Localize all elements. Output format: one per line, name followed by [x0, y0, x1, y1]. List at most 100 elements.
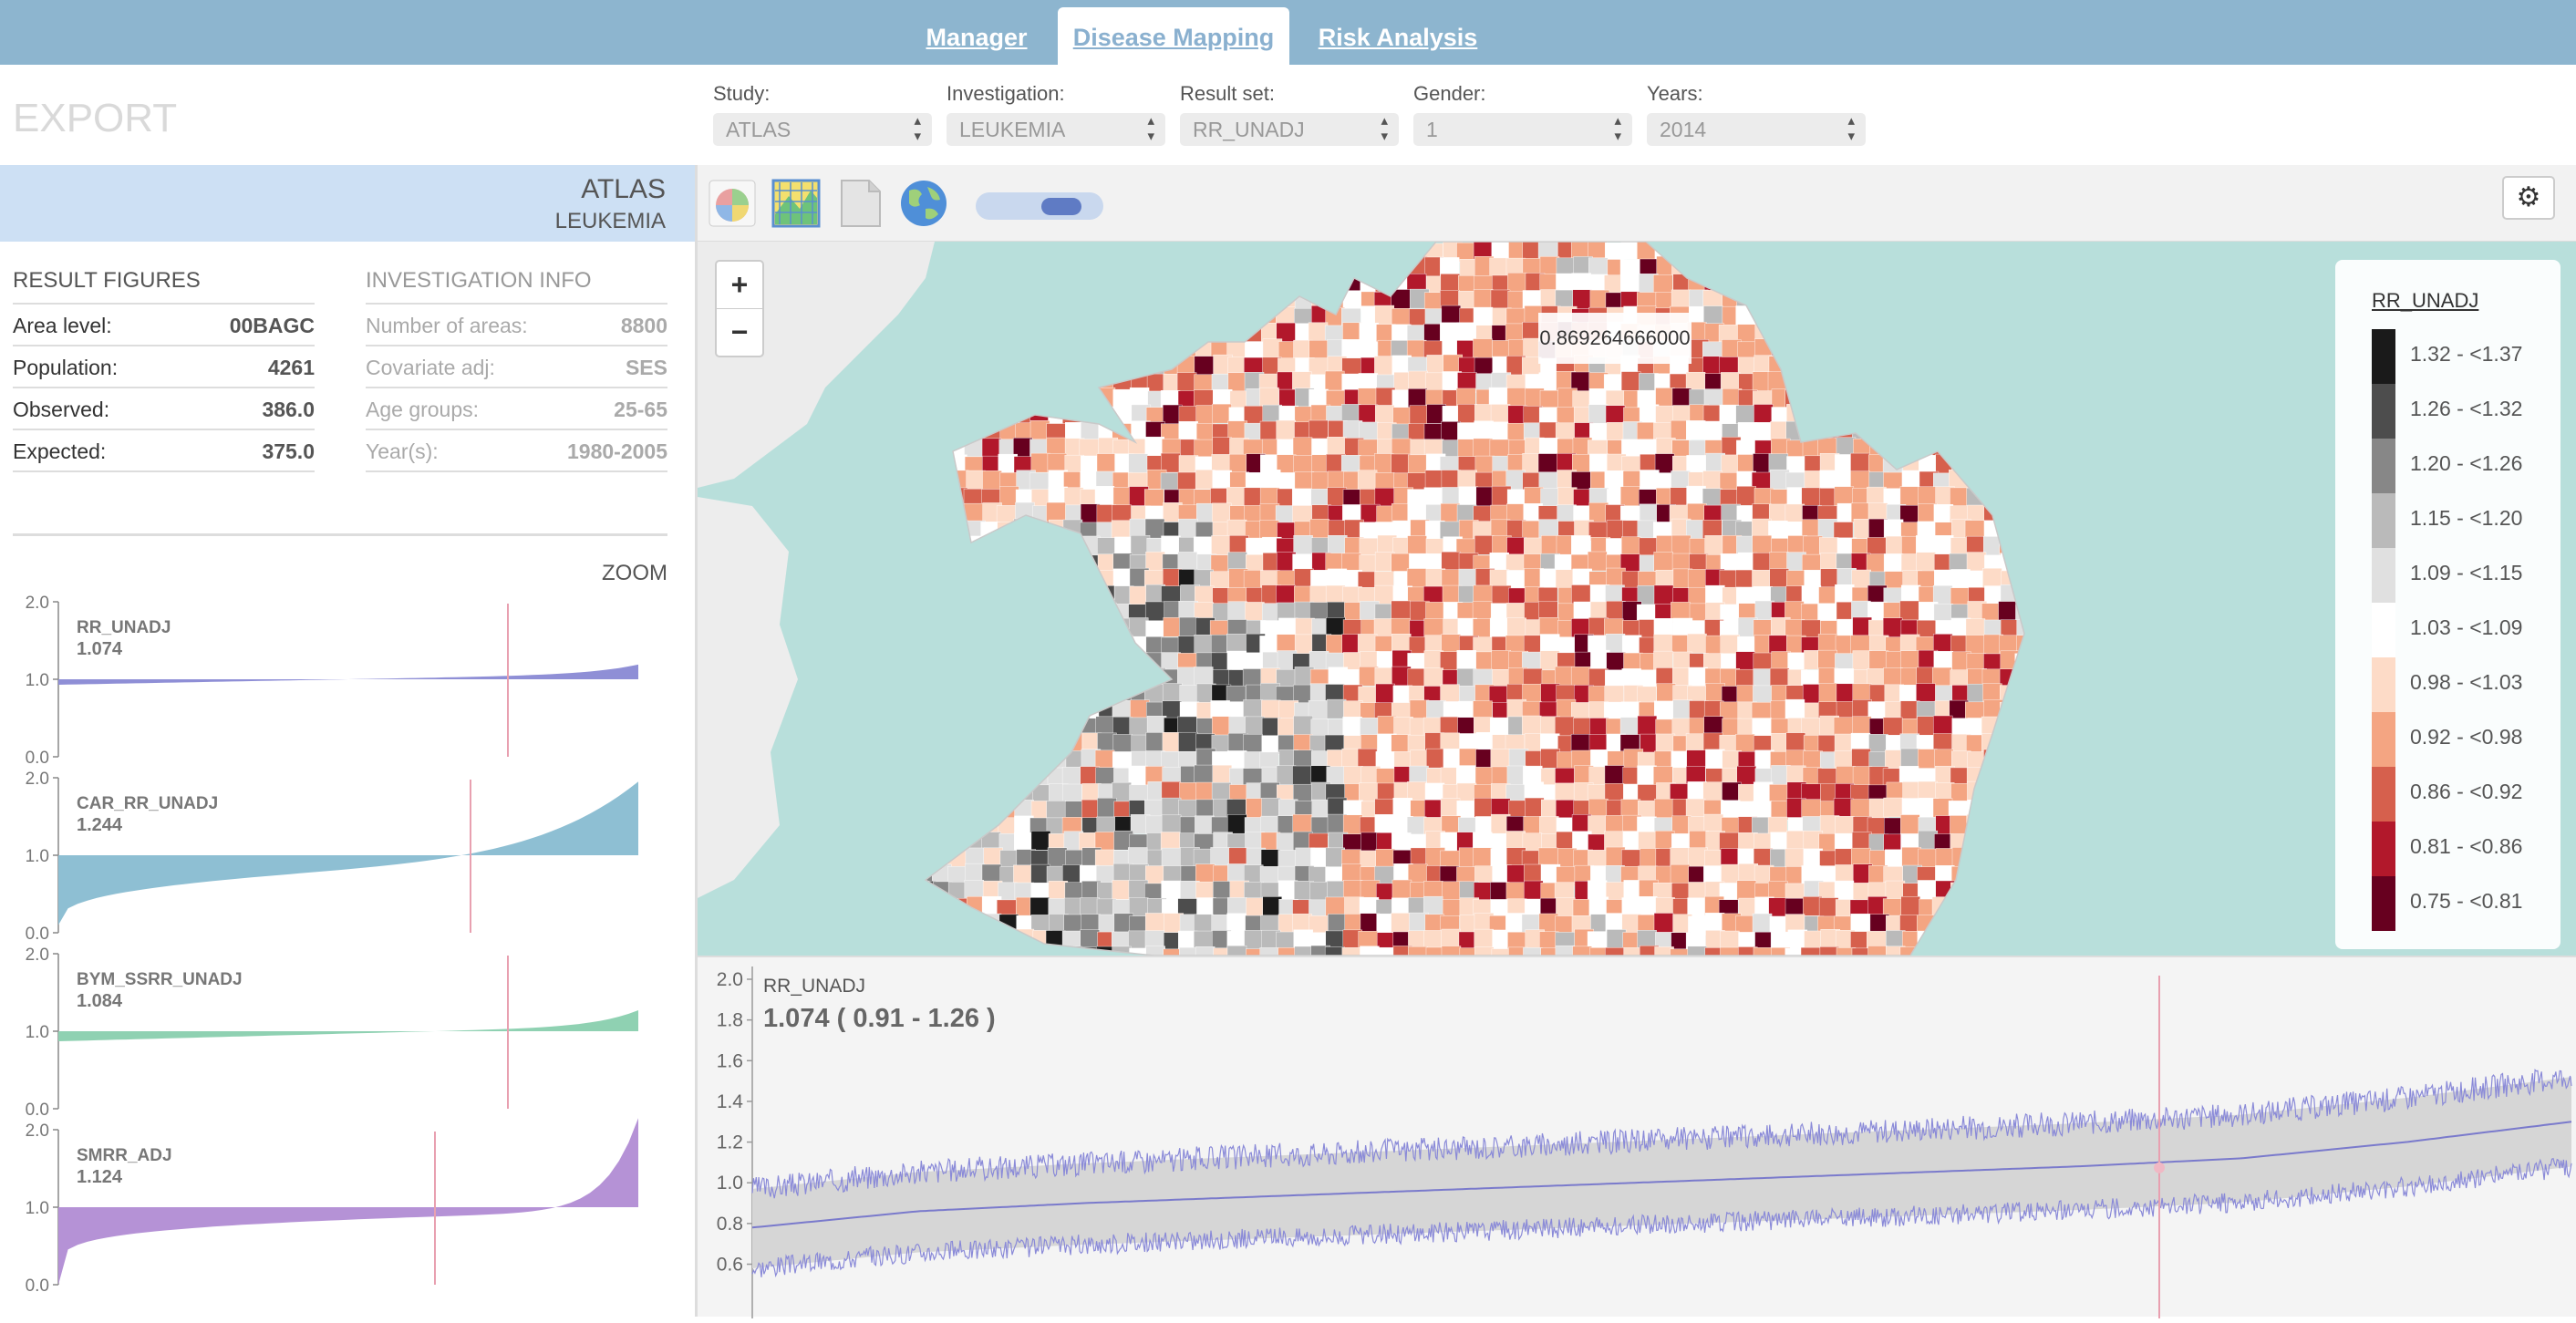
color-palette-icon[interactable]	[707, 178, 758, 229]
map-region	[1868, 650, 1889, 670]
mini-chart[interactable]: 2.0 1.0 0.0 CAR_RR_UNADJ 1.244	[26, 770, 638, 944]
map-region	[966, 782, 987, 802]
info-value: 1980-2005	[567, 439, 667, 463]
mini-chart[interactable]: 2.0 1.0 0.0 RR_UNADJ 1.074	[26, 594, 638, 768]
map-region	[1194, 635, 1214, 655]
map-region	[1128, 258, 1149, 279]
map-region	[932, 698, 952, 719]
map-region	[1918, 355, 1939, 376]
zoom-out-button[interactable]: −	[717, 309, 762, 357]
map-region	[1325, 370, 1345, 391]
map-region	[1112, 388, 1133, 409]
mini-chart[interactable]: 2.0 1.0 0.0 SMRR_ADJ 1.124	[26, 1118, 638, 1296]
map-region	[1506, 536, 1526, 557]
map-region	[1867, 274, 1888, 295]
tab-disease-mapping[interactable]: Disease Mapping	[1058, 7, 1289, 65]
map-region	[1671, 242, 1692, 262]
map-region	[2016, 488, 2024, 508]
years-select[interactable]: 2014 ▴ ▾	[1647, 113, 1866, 146]
map-region	[1883, 519, 1904, 539]
map-region	[1899, 388, 1919, 408]
map-region	[1998, 242, 2018, 261]
investigation-select-group: Investigation: LEUKEMIA ▴ ▾	[947, 82, 1165, 146]
map-region	[1210, 847, 1230, 867]
settings-button[interactable]: ⚙	[2502, 176, 2555, 220]
map-region	[983, 716, 1003, 736]
map-region	[1885, 340, 1906, 361]
map-region	[1260, 243, 1280, 263]
map-region	[964, 308, 985, 328]
map-region	[2016, 338, 2024, 359]
mini-chart[interactable]: 2.0 1.0 0.0 BYM_SSRR_UNADJ 1.084	[26, 946, 638, 1120]
map-region	[1113, 292, 1133, 313]
study-select-group: Study: ATLAS ▴ ▾	[713, 82, 932, 146]
map-region	[1226, 634, 1247, 654]
map-region	[1030, 831, 1051, 851]
tab-manager[interactable]: Manager	[917, 7, 1036, 65]
map-region	[1803, 750, 1823, 770]
map-region	[1147, 242, 1167, 261]
map-region	[1079, 338, 1099, 359]
map-region	[1687, 946, 1707, 956]
map-region	[950, 735, 970, 756]
map-region	[1967, 373, 1987, 394]
grid-map-icon[interactable]	[771, 178, 822, 229]
map-region	[1850, 273, 1871, 293]
map-region	[1869, 242, 1889, 262]
map-region	[1213, 323, 1233, 343]
map-region	[931, 372, 952, 392]
map-region	[1423, 618, 1443, 638]
map-region	[1409, 405, 1430, 425]
map-region	[1606, 422, 1627, 442]
map-region	[2033, 913, 2052, 932]
map-region	[1655, 388, 1675, 408]
map-region	[1063, 242, 1083, 262]
map-region	[1949, 469, 1969, 490]
map-region	[1687, 256, 1707, 277]
info-value: 8800	[620, 314, 667, 337]
zoom-in-button[interactable]: +	[717, 262, 762, 309]
map-region	[1934, 947, 1954, 956]
legend-label: 1.20 - <1.26	[2410, 451, 2523, 475]
investigation-select[interactable]: LEUKEMIA ▴ ▾	[947, 113, 1165, 146]
map-tooltip: 0.869264666000	[1538, 313, 1691, 364]
map-region	[1867, 258, 1888, 279]
document-icon[interactable]	[834, 178, 885, 229]
map-region	[997, 932, 1017, 952]
map-region	[1965, 635, 1986, 655]
export-label[interactable]: EXPORT	[13, 96, 177, 141]
map-region	[931, 585, 952, 605]
legend-title[interactable]: RR_UNADJ	[2372, 289, 2478, 313]
tab-risk-analysis[interactable]: Risk Analysis	[1313, 7, 1483, 65]
gender-select[interactable]: 1 ▴ ▾	[1413, 113, 1632, 146]
map-region	[966, 686, 986, 706]
map-region	[1933, 604, 1954, 624]
map-region	[980, 946, 1000, 956]
map-region	[966, 586, 986, 607]
map-region	[1129, 717, 1149, 738]
map-region	[2033, 653, 2052, 672]
mini-tick-label: 1.0	[26, 1023, 49, 1042]
mini-charts[interactable]: 2.0 1.0 0.0 RR_UNADJ 1.074 2.0 1.0 0.0 CAR_RR_UN…	[0, 584, 695, 1317]
map-region	[1128, 652, 1148, 672]
gender-select-value: 1	[1426, 118, 1438, 141]
map-region	[948, 915, 968, 935]
map-region	[1161, 880, 1181, 901]
result-set-select[interactable]: RR_UNADJ ▴ ▾	[1180, 113, 1399, 146]
map-region	[981, 732, 1002, 753]
map-region	[1013, 537, 1034, 558]
opacity-slider[interactable]	[976, 192, 1103, 220]
map-region	[1228, 305, 1249, 326]
map-region	[999, 784, 1019, 804]
map-region	[948, 898, 968, 918]
slider-handle[interactable]	[1041, 198, 1081, 215]
map-region	[1325, 896, 1346, 917]
map-region	[1950, 587, 1971, 607]
globe-icon[interactable]	[898, 178, 949, 229]
map-region	[1869, 372, 1889, 393]
map-region	[1212, 437, 1232, 457]
study-select[interactable]: ATLAS ▴ ▾	[713, 113, 932, 146]
result-set-select-group: Result set: RR_UNADJ ▴ ▾	[1180, 82, 1399, 146]
map-region	[1769, 667, 1790, 688]
zoom-button[interactable]: ZOOM	[602, 561, 667, 586]
